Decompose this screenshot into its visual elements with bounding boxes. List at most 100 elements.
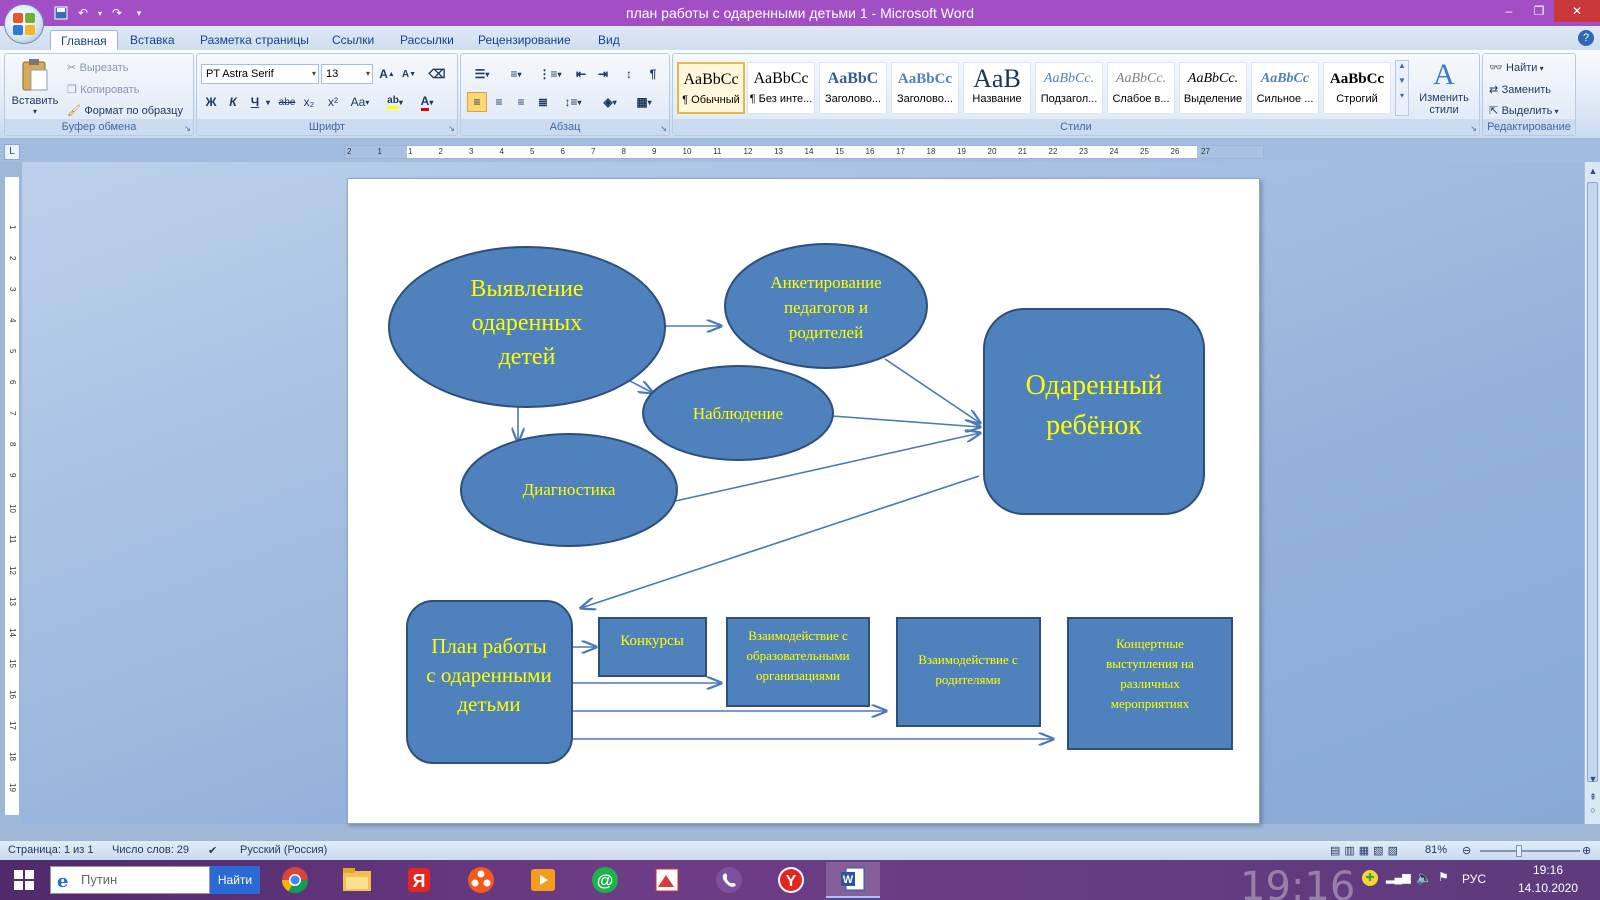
select-browse-object-icon[interactable]: ○ bbox=[1585, 805, 1600, 819]
yandex-icon[interactable]: Я bbox=[392, 862, 446, 898]
show-formatting-button[interactable]: ¶ bbox=[643, 64, 663, 84]
tab-selector-icon[interactable]: L bbox=[4, 144, 20, 160]
font-dialog-launcher-icon[interactable]: ↘ bbox=[448, 124, 455, 133]
sort-icon[interactable]: ↕ bbox=[619, 64, 639, 84]
select-button[interactable]: ⇱ Выделить ▾ bbox=[1489, 103, 1559, 117]
notification-flag-icon[interactable]: ⚑ bbox=[1438, 870, 1449, 884]
style-normal[interactable]: AaBbCc ¶ Обычный bbox=[677, 62, 745, 114]
photo-icon[interactable] bbox=[640, 862, 694, 898]
borders-icon[interactable]: ▦ ▾ bbox=[629, 92, 659, 112]
tab-review[interactable]: Рецензирование bbox=[468, 30, 581, 50]
restore-icon[interactable]: ❐ bbox=[1524, 0, 1554, 22]
scroll-down-icon[interactable]: ▼ bbox=[1585, 774, 1600, 788]
vertical-scrollbar[interactable]: ▲ ▼ ⇞ ○ bbox=[1584, 162, 1600, 824]
tray-time[interactable]: 19:16 bbox=[1508, 863, 1588, 877]
align-right-icon[interactable]: ≡ bbox=[511, 92, 531, 112]
font-color-button[interactable]: A ▾ bbox=[413, 92, 441, 112]
word-icon[interactable]: W bbox=[826, 862, 880, 898]
style-subtitle[interactable]: AaBbCc. Подзагол... bbox=[1035, 62, 1103, 114]
tab-mailings[interactable]: Рассылки bbox=[390, 30, 464, 50]
tab-page-layout[interactable]: Разметка страницы bbox=[190, 30, 319, 50]
zoom-in-icon[interactable]: ⊕ bbox=[1582, 844, 1591, 857]
proofing-icon[interactable]: ✔ bbox=[208, 844, 217, 857]
taskbar-search-input[interactable]: e Путин bbox=[50, 866, 210, 894]
subscript-button[interactable]: x₂ bbox=[299, 92, 319, 112]
page-indicator[interactable]: Страница: 1 из 1 bbox=[8, 844, 94, 856]
replace-button[interactable]: ⇄ Заменить bbox=[1489, 82, 1551, 96]
change-styles-button[interactable]: A Изменить стили bbox=[1413, 58, 1475, 116]
tab-home[interactable]: Главная bbox=[50, 30, 118, 50]
word-count[interactable]: Число слов: 29 bbox=[112, 844, 189, 856]
align-left-icon[interactable]: ≡ bbox=[467, 92, 487, 112]
style-subtle-emphasis[interactable]: AaBbCc. Слабое в... bbox=[1107, 62, 1175, 114]
more-styles-icon[interactable]: ▾ bbox=[1396, 91, 1408, 100]
video-icon[interactable] bbox=[516, 862, 570, 898]
align-center-icon[interactable]: ≡ bbox=[489, 92, 509, 112]
format-painter-button[interactable]: 🖌 Формат по образцу bbox=[67, 103, 183, 117]
language-indicator-tray[interactable]: РУС bbox=[1462, 872, 1486, 886]
clear-formatting-icon[interactable]: ⌫ bbox=[427, 64, 447, 84]
multilevel-list-icon[interactable]: ⋮≡ ▾ bbox=[535, 64, 565, 84]
paste-button[interactable]: Вставить ▾ bbox=[9, 58, 61, 120]
style-intense-emphasis[interactable]: AaBbCc Сильное ... bbox=[1251, 62, 1319, 114]
copy-button[interactable]: ❐ Копировать bbox=[67, 82, 139, 96]
tray-app-icon[interactable]: ✚ bbox=[1362, 870, 1378, 886]
style-title[interactable]: AaB Название bbox=[963, 62, 1031, 114]
style-strong[interactable]: AaBbCc Строгий bbox=[1323, 62, 1391, 114]
office-button[interactable] bbox=[4, 4, 44, 44]
style-emphasis[interactable]: AaBbCc. Выделение bbox=[1179, 62, 1247, 114]
horizontal-ruler[interactable]: 2 1 1 2 3 4 5 6 7 8 9 10 11 12 13 14 15 16 17 18 19 20 21 22 23 2… bbox=[344, 145, 1264, 159]
style-heading-2[interactable]: AaBbCc Заголово... bbox=[891, 62, 959, 114]
viber-icon[interactable] bbox=[702, 862, 756, 898]
shrink-font-button[interactable]: A ▼ bbox=[399, 64, 419, 84]
tray-date[interactable]: 14.10.2020 bbox=[1508, 881, 1588, 895]
bold-button[interactable]: Ж bbox=[201, 92, 221, 112]
media-icon[interactable] bbox=[454, 862, 508, 898]
font-size-combo[interactable]: 13 ▾ bbox=[321, 64, 373, 84]
clipboard-dialog-launcher-icon[interactable]: ↘ bbox=[184, 124, 191, 133]
line-spacing-icon[interactable]: ↕≡ ▾ bbox=[559, 92, 587, 112]
highlight-button[interactable]: ab ▾ bbox=[381, 92, 409, 112]
network-icon[interactable]: ▂▄▆ bbox=[1386, 871, 1411, 884]
justify-icon[interactable]: ≣ bbox=[533, 92, 553, 112]
previous-page-icon[interactable]: ⇞ bbox=[1585, 792, 1600, 806]
minimize-icon[interactable]: ‒ bbox=[1494, 0, 1524, 22]
zoom-out-icon[interactable]: ⊖ bbox=[1462, 844, 1471, 857]
document-page[interactable]: Выявление одаренных детей Анкетирование … bbox=[347, 178, 1260, 824]
tab-insert[interactable]: Вставка bbox=[120, 30, 185, 50]
scroll-up-icon[interactable]: ▲ bbox=[1396, 61, 1408, 70]
style-no-spacing[interactable]: AaBbCc ¶ Без инте... bbox=[747, 62, 815, 114]
zoom-slider-thumb[interactable] bbox=[1516, 845, 1522, 857]
help-icon[interactable]: ? bbox=[1578, 30, 1594, 46]
mail-icon[interactable]: @ bbox=[578, 862, 632, 898]
paragraph-dialog-launcher-icon[interactable]: ↘ bbox=[660, 124, 667, 133]
zoom-slider[interactable] bbox=[1480, 850, 1580, 852]
italic-button[interactable]: К bbox=[223, 92, 243, 112]
yandex-browser-icon[interactable]: Y bbox=[764, 862, 818, 898]
decrease-indent-icon[interactable]: ⇤ bbox=[571, 64, 591, 84]
bullets-icon[interactable]: ☰ ▾ bbox=[467, 64, 497, 84]
scroll-up-icon[interactable]: ▲ bbox=[1585, 166, 1600, 180]
shading-icon[interactable]: ◈ ▾ bbox=[595, 92, 625, 112]
increase-indent-icon[interactable]: ⇥ bbox=[593, 64, 613, 84]
start-button[interactable] bbox=[0, 860, 48, 900]
chrome-icon[interactable] bbox=[268, 862, 322, 898]
view-buttons[interactable]: ▤▥▦▧▨ bbox=[1330, 844, 1402, 857]
taskbar-search-button[interactable]: Найти bbox=[210, 866, 260, 894]
vertical-ruler[interactable]: 1 2 3 4 5 6 7 8 9 10 11 12 13 14 15 16 17 18 19 bbox=[4, 176, 20, 816]
scroll-thumb[interactable] bbox=[1587, 182, 1598, 782]
tab-view[interactable]: Вид bbox=[588, 30, 630, 50]
superscript-button[interactable]: x² bbox=[323, 92, 343, 112]
language-indicator[interactable]: Русский (Россия) bbox=[240, 844, 327, 856]
styles-dialog-launcher-icon[interactable]: ↘ bbox=[1470, 124, 1477, 133]
scroll-down-icon[interactable]: ▼ bbox=[1396, 76, 1408, 85]
numbering-icon[interactable]: ≡ ▾ bbox=[501, 64, 531, 84]
underline-dropdown-icon[interactable]: ▾ bbox=[263, 92, 273, 112]
cut-button[interactable]: ✂ Вырезать bbox=[67, 60, 129, 74]
change-case-button[interactable]: Aa ▾ bbox=[347, 92, 373, 112]
style-heading-1[interactable]: AaBbC Заголово... bbox=[819, 62, 887, 114]
find-button[interactable]: 👓 Найти ▾ bbox=[1489, 60, 1544, 74]
font-name-combo[interactable]: PT Astra Serif ▾ bbox=[201, 64, 319, 84]
zoom-level[interactable]: 81% bbox=[1425, 844, 1447, 856]
strikethrough-button[interactable]: abe bbox=[277, 92, 297, 112]
